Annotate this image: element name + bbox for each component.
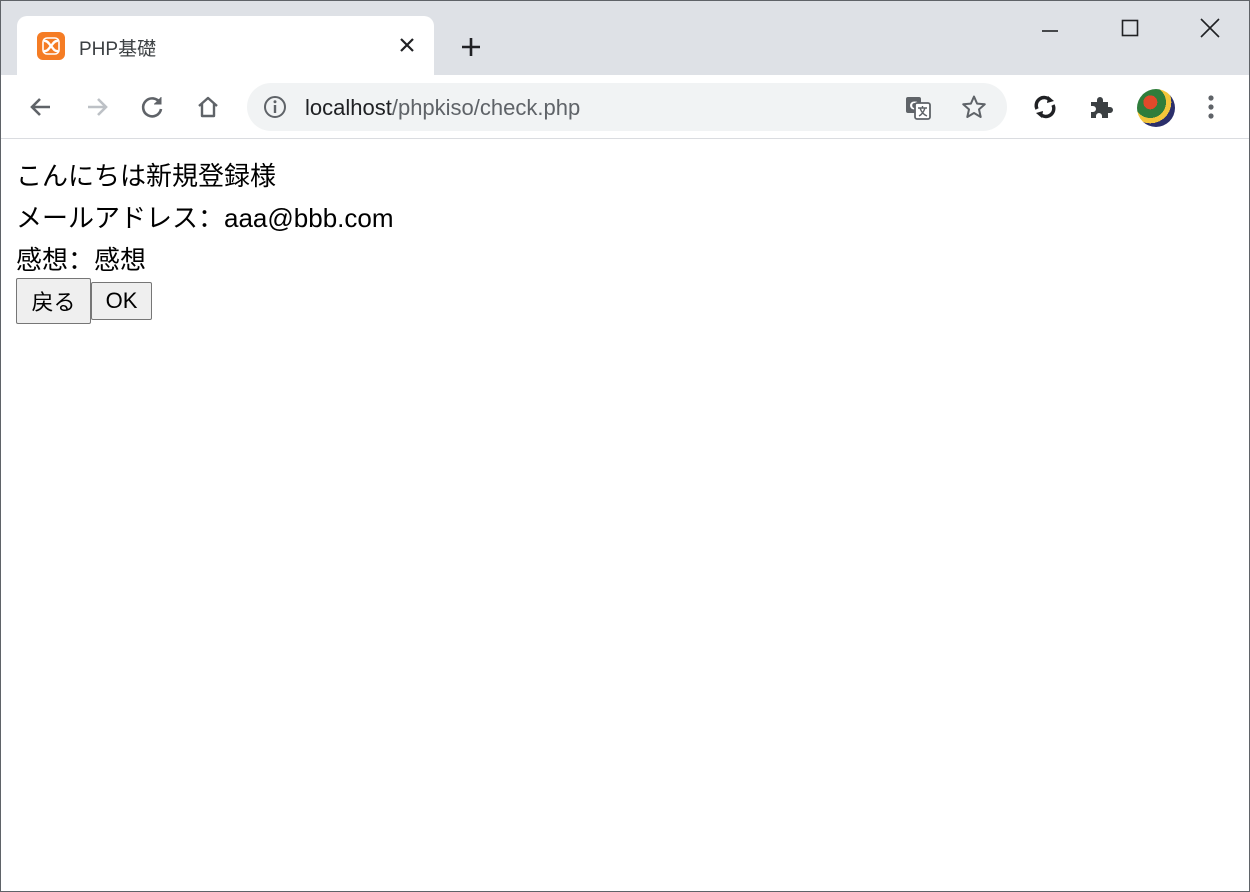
email-text: メールアドレス：aaa@bbb.com	[16, 203, 394, 233]
address-bar[interactable]: localhost/phpkiso/check.php G	[247, 83, 1007, 131]
page-content: こんにちは新規登録様 メールアドレス：aaa@bbb.com 感想：感想 戻る …	[1, 140, 1249, 891]
bookmark-star-icon[interactable]	[961, 94, 987, 120]
minimize-icon[interactable]	[1035, 13, 1065, 43]
tab-active[interactable]: PHP基礎	[17, 16, 434, 76]
browser-toolbar: localhost/phpkiso/check.php G	[1, 75, 1249, 139]
xampp-icon	[37, 32, 65, 60]
forward-arrow-icon[interactable]	[81, 91, 113, 123]
url-host: localhost	[305, 95, 392, 120]
translate-icon[interactable]: G	[905, 95, 931, 121]
back-button[interactable]: 戻る	[16, 278, 91, 324]
extensions-puzzle-icon[interactable]	[1085, 91, 1117, 123]
greeting-text: こんにちは新規登録様	[16, 161, 277, 191]
ok-button[interactable]: OK	[91, 282, 152, 320]
url-path: /phpkiso/check.php	[391, 95, 581, 120]
back-arrow-icon[interactable]	[25, 91, 57, 123]
impression-text: 感想：感想	[16, 245, 147, 275]
browser-window: PHP基礎 localhost/phpkiso/check.php G こんにち…	[0, 0, 1250, 892]
url-text[interactable]: localhost/phpkiso/check.php	[305, 95, 580, 121]
tab-strip: PHP基礎	[1, 1, 1249, 76]
home-icon[interactable]	[192, 91, 224, 123]
menu-kebab-icon[interactable]	[1195, 91, 1227, 123]
new-tab-icon[interactable]	[457, 33, 485, 61]
tab-close-icon[interactable]	[395, 33, 419, 57]
profile-avatar[interactable]	[1137, 89, 1175, 127]
maximize-icon[interactable]	[1115, 13, 1145, 43]
close-window-icon[interactable]	[1195, 13, 1225, 43]
sync-icon[interactable]	[1029, 91, 1061, 123]
site-info-icon[interactable]	[263, 95, 287, 119]
tab-title: PHP基礎	[79, 39, 157, 60]
reload-icon[interactable]	[136, 91, 168, 123]
